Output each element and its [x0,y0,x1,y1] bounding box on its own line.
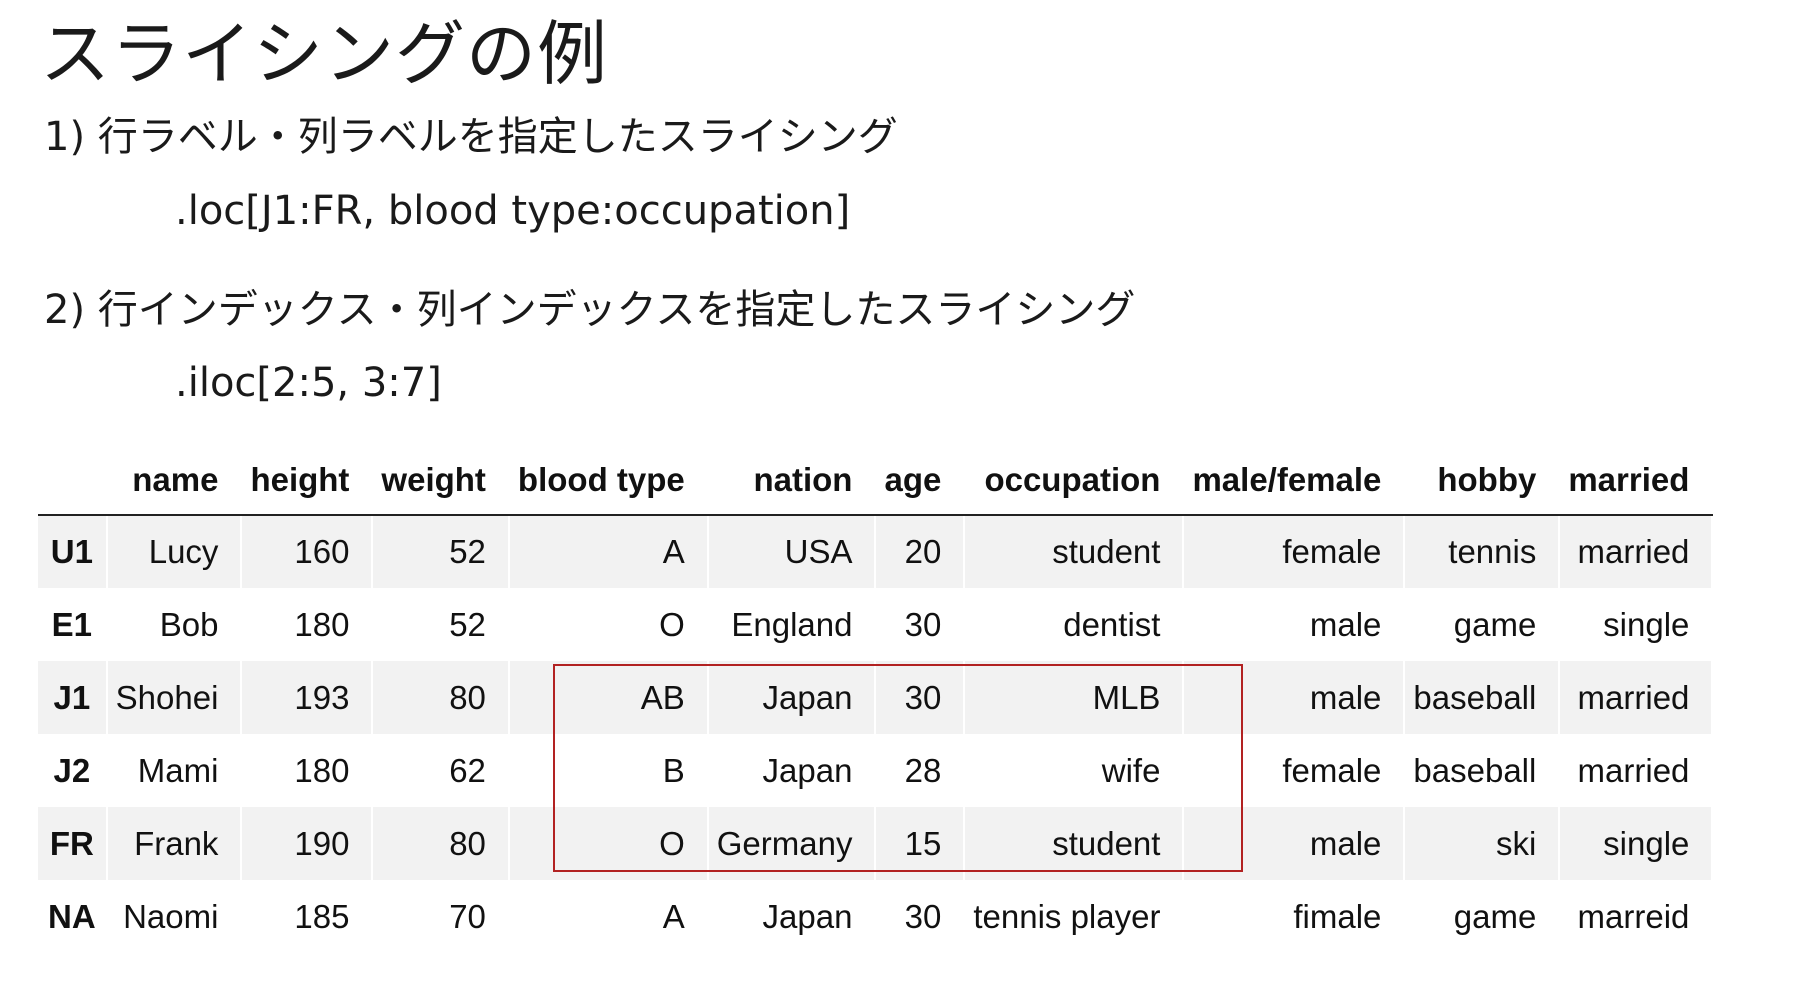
table-cell: USA [707,515,877,588]
column-header-male-female: male/female [1183,445,1406,516]
table-cell: 52 [372,588,510,661]
table-cell: 28 [875,734,966,807]
table-cell: 30 [875,661,966,734]
table-cell: 30 [875,880,966,953]
table-cell: tennis player [964,880,1185,953]
table-cell: Bob [106,588,243,661]
table-cell: A [508,515,709,588]
table-cell: Lucy [106,515,243,588]
table-cell: Japan [707,880,877,953]
row-index: J2 [38,734,108,807]
row-index: U1 [38,515,108,588]
table-row: J2 Mami 180 62 B Japan 28 wife female ba… [38,734,1714,807]
table-cell: 70 [372,880,510,953]
column-header-weight: weight [372,445,510,516]
table-cell: Japan [707,734,877,807]
table-cell: 190 [241,807,374,880]
table-cell: 15 [875,807,966,880]
table-cell: Japan [707,661,877,734]
table-row: J1 Shohei 193 80 AB Japan 30 MLB male ba… [38,661,1714,734]
table-row: E1 Bob 180 52 O England 30 dentist male … [38,588,1714,661]
table-row: NA Naomi 185 70 A Japan 30 tennis player… [38,880,1714,953]
row-index: NA [38,880,108,953]
table-cell: baseball [1404,661,1561,734]
section-1-code: .loc[J1:FR, blood type:occupation] [175,188,851,234]
table-cell: game [1404,880,1561,953]
column-header-height: height [241,445,374,516]
table-cell: female [1183,734,1406,807]
table-cell: student [964,515,1185,588]
table-row: U1 Lucy 160 52 A USA 20 student female t… [38,515,1714,588]
table-cell: fimale [1183,880,1406,953]
table-cell: 20 [875,515,966,588]
section-1-heading: 1) 行ラベル・列ラベルを指定したスライシング [44,114,898,160]
column-header-nation: nation [707,445,877,516]
table-cell: single [1559,807,1714,880]
table-cell: 80 [372,807,510,880]
table-cell: 80 [372,661,510,734]
table-cell: 62 [372,734,510,807]
row-index: FR [38,807,108,880]
column-header-blood-type: blood type [508,445,709,516]
table-cell: O [508,807,709,880]
column-header-hobby: hobby [1404,445,1561,516]
table-cell: married [1559,734,1714,807]
table-cell: 185 [241,880,374,953]
dataframe-table: name height weight blood type nation age… [38,445,1714,953]
table-row: FR Frank 190 80 O Germany 15 student mal… [38,807,1714,880]
section-2-heading: 2) 行インデックス・列インデックスを指定したスライシング [44,287,1136,333]
table-cell: male [1183,588,1406,661]
table-cell: 180 [241,588,374,661]
table-cell: 52 [372,515,510,588]
table-cell: game [1404,588,1561,661]
table-cell: Mami [106,734,243,807]
table-cell: A [508,880,709,953]
table-cell: wife [964,734,1185,807]
table-cell: Shohei [106,661,243,734]
table-cell: female [1183,515,1406,588]
table-cell: 193 [241,661,374,734]
column-header-married: married [1559,445,1714,516]
table-cell: tennis [1404,515,1561,588]
table-cell: dentist [964,588,1185,661]
table-cell: B [508,734,709,807]
row-index: E1 [38,588,108,661]
dataframe-table-container: name height weight blood type nation age… [38,445,1714,953]
table-cell: marreid [1559,880,1714,953]
table-cell: 30 [875,588,966,661]
table-cell: ski [1404,807,1561,880]
page-title: スライシングの例 [40,13,608,95]
table-cell: 180 [241,734,374,807]
table-cell: AB [508,661,709,734]
table-cell: student [964,807,1185,880]
table-cell: married [1559,515,1714,588]
column-header-occupation: occupation [964,445,1185,516]
table-cell: 160 [241,515,374,588]
table-cell: male [1183,661,1406,734]
table-cell: England [707,588,877,661]
column-header-index [38,445,108,516]
column-header-name: name [106,445,243,516]
table-cell: MLB [964,661,1185,734]
table-cell: single [1559,588,1714,661]
table-cell: Naomi [106,880,243,953]
table-cell: male [1183,807,1406,880]
column-header-age: age [875,445,966,516]
table-header-row: name height weight blood type nation age… [38,445,1714,516]
section-2-code: .iloc[2:5, 3:7] [175,360,442,406]
row-index: J1 [38,661,108,734]
table-cell: Germany [707,807,877,880]
table-cell: O [508,588,709,661]
table-cell: baseball [1404,734,1561,807]
table-cell: married [1559,661,1714,734]
table-cell: Frank [106,807,243,880]
